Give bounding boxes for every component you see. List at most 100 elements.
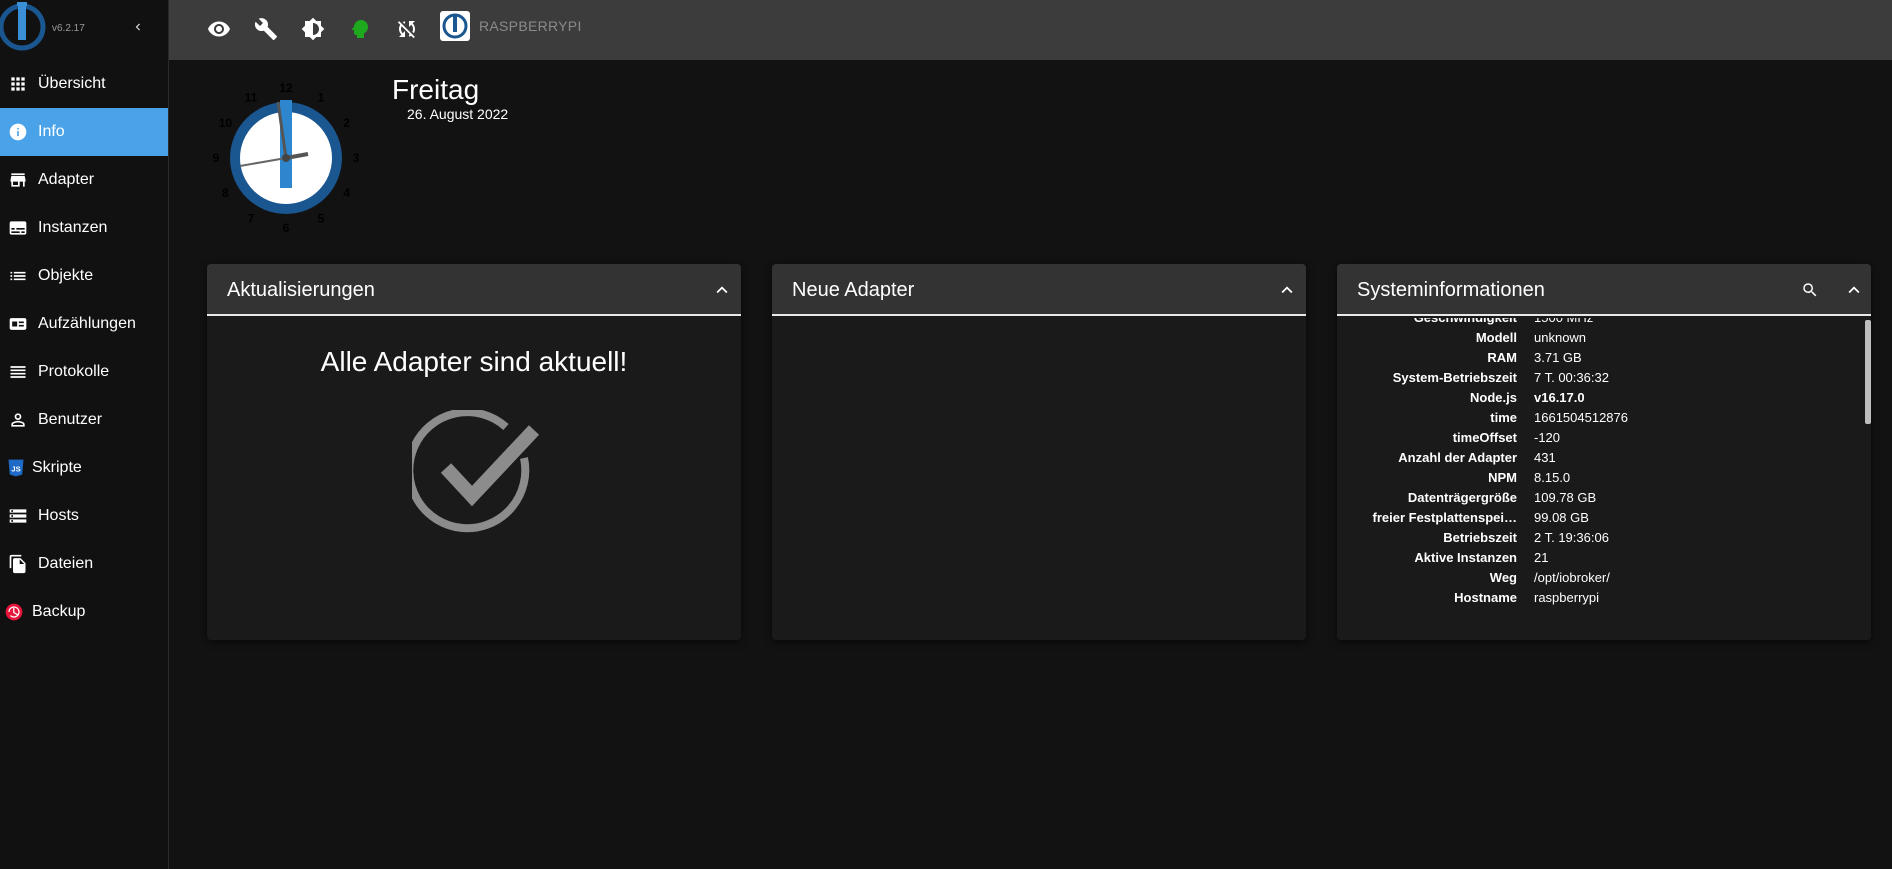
sync-disabled-icon[interactable] <box>393 15 421 43</box>
host-logo-icon[interactable] <box>440 11 470 41</box>
clock-numeral: 5 <box>318 212 325 226</box>
system-info-label: freier Festplattenspei… <box>1372 510 1518 525</box>
system-info-row: Betriebszeit 2 T. 19:36:06 <box>1337 530 1863 550</box>
eye-icon[interactable] <box>205 15 233 43</box>
system-info-label: NPM <box>1488 470 1517 485</box>
clock-numeral: 11 <box>245 90 258 104</box>
system-info-label: Weg <box>1489 570 1517 585</box>
system-info-label: Geschwindigkeit <box>1337 318 1517 325</box>
system-info-row: timeOffset -120 <box>1337 430 1863 450</box>
version-label: v6.2.17 <box>52 23 85 34</box>
weekday: Freitag <box>392 74 480 105</box>
sidebar-item-objekte[interactable]: Objekte <box>0 252 168 300</box>
clock-numeral: 2 <box>343 116 350 130</box>
system-info-row: Aktive Instanzen 21 <box>1337 550 1863 570</box>
card-title: Neue Adapter <box>792 279 915 301</box>
analog-clock: 12 1 2 3 4 5 6 7 8 9 10 11 <box>204 78 368 238</box>
svg-text:JS: JS <box>11 464 20 473</box>
system-info-label: Aktive Instanzen <box>1414 550 1517 565</box>
system-info-label: Betriebszeit <box>1443 530 1517 545</box>
system-info-value: 99.08 GB <box>1534 510 1589 525</box>
system-info-row: Datenträgergröße 109.78 GB <box>1337 490 1863 510</box>
system-info-value: 3.71 GB <box>1534 350 1582 365</box>
chevron-up-icon[interactable] <box>711 279 733 301</box>
expert-mode-icon[interactable] <box>346 15 374 43</box>
sidebar-item-label: Dateien <box>38 555 94 572</box>
card-icon <box>8 314 28 334</box>
system-info-label: Datenträgergröße <box>1407 490 1517 505</box>
system-info-label: Modell <box>1475 330 1517 345</box>
system-info-label: System-Betriebszeit <box>1392 370 1517 385</box>
scrollbar-thumb[interactable] <box>1865 320 1871 424</box>
js-icon: JS <box>6 458 26 478</box>
system-info-list[interactable]: Geschwindigkeit 1500 MHz Modell unknown RAM 3… <box>1337 318 1863 640</box>
host-name[interactable]: RASPBERRYPI <box>479 18 582 34</box>
sidebar-item-protokolle[interactable]: Protokolle <box>0 348 168 396</box>
system-info-row: Modell unknown <box>1337 330 1863 350</box>
sidebar-item-adapter[interactable]: Adapter <box>0 156 168 204</box>
system-info-row: Hostname raspberrypi <box>1337 590 1863 610</box>
sidebar-item-info[interactable]: Info <box>0 108 168 156</box>
sidebar-item-uebersicht[interactable]: Übersicht <box>0 60 168 108</box>
system-info-row: System-Betriebszeit 7 T. 00:36:32 <box>1337 370 1863 390</box>
updates-card: Aktualisierungen Alle Adapter sind aktue… <box>207 264 741 640</box>
system-info-value: /opt/iobroker/ <box>1534 570 1610 585</box>
system-info-label: RAM <box>1487 350 1517 365</box>
sidebar: v6.2.17 Übersicht Info Adapter Instanzen… <box>0 0 169 869</box>
sidebar-item-dateien[interactable]: Dateien <box>0 540 168 588</box>
sidebar-item-label: Protokolle <box>38 363 110 380</box>
system-info-row: time 1661504512876 <box>1337 410 1863 430</box>
sidebar-item-aufzaehlungen[interactable]: Aufzählungen <box>0 300 168 348</box>
iobroker-logo[interactable] <box>0 0 48 56</box>
system-info-value: -120 <box>1534 430 1561 445</box>
card-title: Systeminformationen <box>1357 279 1545 301</box>
system-info-card: Systeminformationen Geschwindigkeit 1500 … <box>1337 264 1871 640</box>
clock-numeral: 1 <box>318 90 325 104</box>
system-info-value: 21 <box>1534 550 1549 565</box>
info-icon <box>8 122 28 142</box>
sidebar-item-hosts[interactable]: Hosts <box>0 492 168 540</box>
sidebar-item-skripte[interactable]: JS Skripte <box>0 444 168 492</box>
chevron-up-icon[interactable] <box>1843 279 1865 301</box>
clock-numeral: 7 <box>248 212 255 226</box>
search-icon[interactable] <box>1801 281 1821 301</box>
apps-icon <box>8 74 28 94</box>
wrench-icon[interactable] <box>252 15 280 43</box>
sidebar-item-label: Instanzen <box>38 219 108 236</box>
sidebar-item-backup[interactable]: Backup <box>0 588 168 636</box>
up-to-date-message: Alle Adapter sind aktuell! <box>320 346 628 377</box>
sidebar-item-label: Adapter <box>38 171 95 188</box>
chevron-up-icon[interactable] <box>1276 279 1298 301</box>
card-header: Systeminformationen <box>1337 264 1871 316</box>
top-toolbar: RASPBERRYPI <box>169 0 1892 60</box>
clock-numeral: 8 <box>222 186 229 200</box>
sidebar-item-label: Backup <box>32 603 86 620</box>
clock-numeral: 10 <box>219 116 233 130</box>
sidebar-item-label: Skripte <box>32 459 82 476</box>
system-info-label: Hostname <box>1454 590 1517 605</box>
sidebar-nav: Übersicht Info Adapter Instanzen Objekte… <box>0 60 168 636</box>
backup-icon <box>4 602 24 622</box>
subtitles-icon <box>8 218 28 238</box>
system-info-label: Anzahl der Adapter <box>1398 450 1517 465</box>
system-info-row: RAM 3.71 GB <box>1337 350 1863 370</box>
system-info-value: 431 <box>1534 450 1556 465</box>
system-info-row: Node.js v16.17.0 <box>1337 390 1863 410</box>
collapse-sidebar-button[interactable] <box>128 16 148 40</box>
card-header: Neue Adapter <box>772 264 1306 316</box>
card-header: Aktualisierungen <box>207 264 741 316</box>
clock-numeral: 3 <box>353 151 360 165</box>
list-icon <box>8 266 28 286</box>
system-info-value: 2 T. 19:36:06 <box>1534 530 1609 545</box>
brightness-icon[interactable] <box>299 15 327 43</box>
system-info-value: 8.15.0 <box>1534 470 1571 485</box>
system-info-row: freier Festplattenspei… 99.08 GB <box>1337 510 1863 530</box>
sidebar-item-label: Aufzählungen <box>38 315 136 332</box>
sidebar-item-benutzer[interactable]: Benutzer <box>0 396 168 444</box>
system-info-value: v16.17.0 <box>1534 390 1585 405</box>
sidebar-item-instanzen[interactable]: Instanzen <box>0 204 168 252</box>
system-info-value: 109.78 GB <box>1534 490 1597 505</box>
system-info-label: Node.js <box>1470 390 1517 405</box>
system-info-value: 1661504512876 <box>1534 410 1628 425</box>
system-info-row: Weg/opt/iobroker/ <box>1337 570 1863 590</box>
